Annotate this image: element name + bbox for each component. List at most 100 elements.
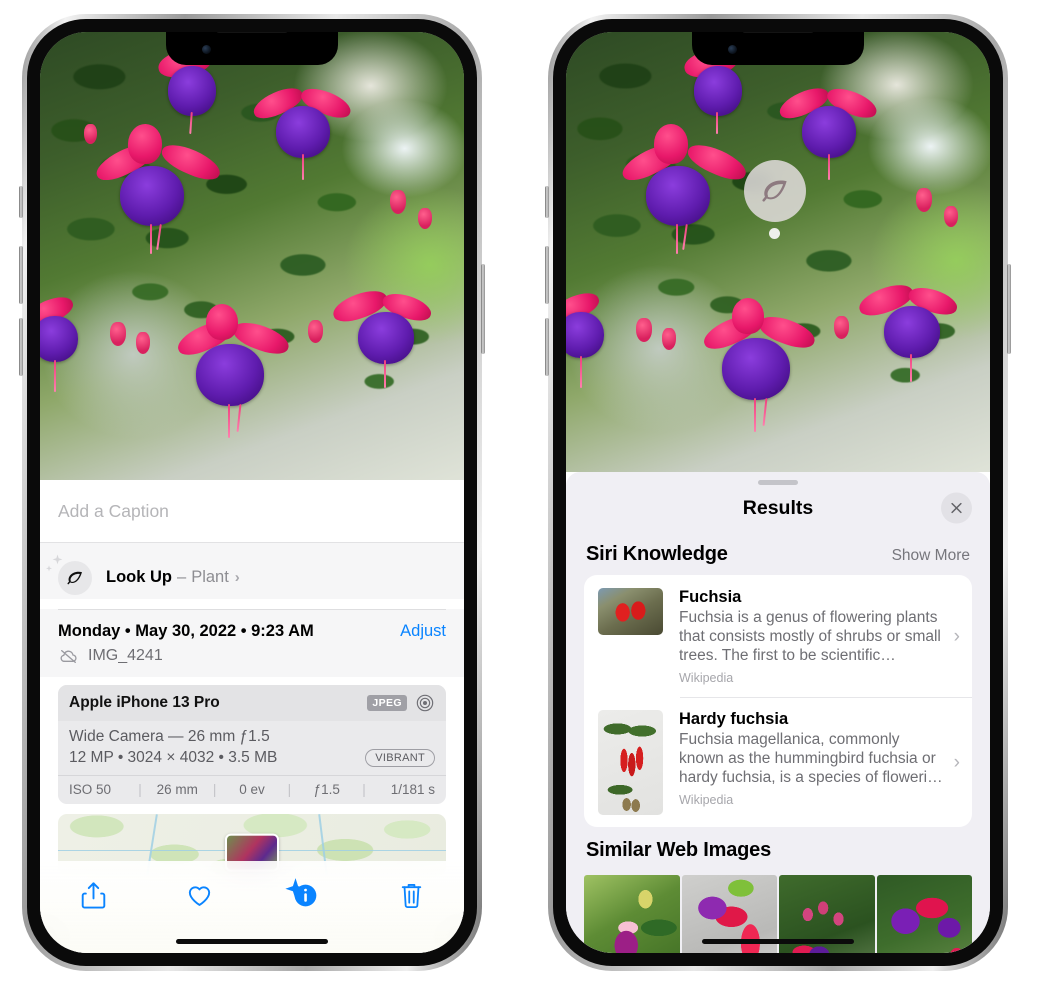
- exif-focal-length: 26 mm: [156, 781, 198, 797]
- chevron-right-icon: ›: [953, 751, 960, 773]
- phone-left-screen: Add a Caption Look Up – Plant › Monday •…: [40, 32, 464, 953]
- flower-bud: [418, 208, 432, 229]
- phone-right: Results Siri Knowledge Show More Fuchsia…: [545, 14, 1011, 971]
- exif-exposure-value: 0 ev: [239, 781, 265, 797]
- knowledge-result-row[interactable]: Hardy fuchsia Fuchsia magellanica, commo…: [584, 697, 972, 827]
- image-specs: 12 MP • 3024 × 4032 • 3.5 MB: [69, 748, 278, 766]
- power-button[interactable]: [481, 264, 485, 354]
- exif-shutter-speed: 1/181 s: [390, 781, 435, 797]
- sparkle-small-icon: [46, 564, 52, 571]
- photo-metadata-block: Monday • May 30, 2022 • 9:23 AM Adjust I…: [40, 609, 464, 677]
- volume-down-button[interactable]: [19, 318, 23, 376]
- caption-placeholder: Add a Caption: [58, 500, 169, 521]
- power-button[interactable]: [1007, 264, 1011, 354]
- similar-web-images-title: Similar Web Images: [586, 839, 771, 862]
- spec-row: 12 MP • 3024 × 4032 • 3.5 MB VIBRANT: [69, 748, 435, 767]
- photographic-style-badge: VIBRANT: [365, 748, 435, 767]
- leaf-icon: [762, 180, 787, 202]
- caption-input[interactable]: Add a Caption: [40, 480, 464, 543]
- visual-look-up-anchor-dot: [769, 228, 780, 239]
- trash-icon: [401, 883, 421, 908]
- results-header: Results: [566, 485, 990, 531]
- result-title: Fuchsia: [679, 588, 742, 606]
- result-description: Fuchsia magellanica, commonly known as t…: [679, 731, 943, 787]
- result-description: Fuchsia is a genus of flowering plants t…: [679, 609, 941, 665]
- web-image-tile[interactable]: [876, 875, 972, 953]
- visual-look-up-badge[interactable]: [744, 160, 806, 222]
- volume-down-button[interactable]: [545, 318, 549, 376]
- delete-button[interactable]: [385, 875, 437, 915]
- flower-bud: [636, 318, 652, 342]
- flower-bud: [916, 188, 932, 212]
- flower-bud: [662, 328, 676, 350]
- look-up-row[interactable]: Look Up – Plant ›: [40, 543, 464, 599]
- close-icon: [951, 502, 962, 514]
- home-indicator[interactable]: [176, 939, 328, 944]
- aperture-icon: [416, 694, 434, 711]
- earpiece-speaker: [216, 32, 288, 33]
- volume-up-button[interactable]: [19, 246, 23, 304]
- look-up-subject: Plant: [191, 568, 229, 586]
- front-camera-icon: [202, 45, 211, 54]
- photo-viewer[interactable]: [566, 32, 990, 472]
- exif-row: ISO 50 | 26 mm | 0 ev | ƒ1.5 | 1/181 s: [58, 774, 446, 804]
- notch: [166, 32, 338, 65]
- share-icon: [81, 881, 105, 908]
- results-title: Results: [742, 496, 814, 519]
- lens-info: Wide Camera — 26 mm ƒ1.5: [69, 727, 270, 745]
- mute-switch[interactable]: [19, 186, 23, 218]
- flower-bud: [136, 332, 150, 354]
- exif-separator: |: [138, 781, 142, 797]
- result-thumbnail: [598, 588, 663, 635]
- leaf-icon: [58, 560, 92, 595]
- siri-knowledge-title: Siri Knowledge: [586, 543, 728, 565]
- look-up-dash: –: [177, 568, 187, 586]
- phone-left: Add a Caption Look Up – Plant › Monday •…: [19, 14, 485, 971]
- result-body: Hardy fuchsia Fuchsia magellanica, commo…: [679, 710, 952, 807]
- camera-badges: JPEG: [367, 693, 435, 713]
- exif-separator: |: [287, 781, 292, 797]
- chevron-right-icon: ›: [234, 569, 240, 586]
- exif-iso: ISO 50: [69, 781, 112, 797]
- flower-bud: [308, 320, 323, 343]
- exif-aperture: ƒ1.5: [313, 781, 340, 797]
- look-up-label-group: Look Up – Plant ›: [106, 568, 240, 587]
- knowledge-result-row[interactable]: Fuchsia Fuchsia is a genus of flowering …: [584, 575, 972, 697]
- camera-card-header: Apple iPhone 13 Pro JPEG: [58, 684, 446, 721]
- adjust-button[interactable]: Adjust: [400, 622, 446, 641]
- notch: [692, 32, 864, 65]
- flower-bud: [390, 190, 406, 214]
- flower-bud: [84, 124, 97, 144]
- camera-device-name: Apple iPhone 13 Pro: [69, 693, 220, 711]
- phone-left-bezel: Add a Caption Look Up – Plant › Monday •…: [27, 19, 477, 966]
- volume-up-button[interactable]: [545, 246, 549, 304]
- share-button[interactable]: [67, 875, 119, 915]
- photo-foliage: [566, 32, 990, 472]
- show-more-button[interactable]: Show More: [892, 547, 970, 565]
- results-sheet: Results Siri Knowledge Show More Fuchsia…: [566, 472, 990, 953]
- siri-knowledge-card: Fuchsia Fuchsia is a genus of flowering …: [584, 575, 972, 828]
- front-camera-icon: [728, 45, 737, 54]
- siri-knowledge-header: Siri Knowledge Show More: [566, 531, 990, 575]
- look-up-icon-wrap: [46, 554, 92, 595]
- photo-viewer[interactable]: [40, 32, 464, 480]
- photo-datetime: Monday • May 30, 2022 • 9:23 AM: [58, 621, 314, 640]
- web-image-tile[interactable]: [584, 875, 680, 953]
- flower-bud: [110, 322, 126, 346]
- exif-separator: |: [212, 781, 217, 797]
- result-source: Wikipedia: [679, 793, 734, 808]
- close-button[interactable]: [941, 492, 972, 524]
- photo-info-sheet: Add a Caption Look Up – Plant › Monday •…: [40, 480, 464, 953]
- home-indicator[interactable]: [702, 939, 854, 944]
- result-title: Hardy fuchsia: [679, 710, 789, 729]
- info-button[interactable]: [279, 875, 331, 915]
- heart-icon: [188, 885, 210, 906]
- favorite-button[interactable]: [173, 875, 225, 915]
- flower-bud: [834, 316, 849, 339]
- camera-info-card[interactable]: Apple iPhone 13 Pro JPEG Wide Camera — 2…: [58, 684, 446, 804]
- earpiece-speaker: [742, 32, 814, 33]
- mute-switch[interactable]: [545, 186, 549, 218]
- photo-foliage: [40, 32, 464, 480]
- result-source: Wikipedia: [679, 671, 734, 686]
- photo-filename: IMG_4241: [88, 647, 163, 665]
